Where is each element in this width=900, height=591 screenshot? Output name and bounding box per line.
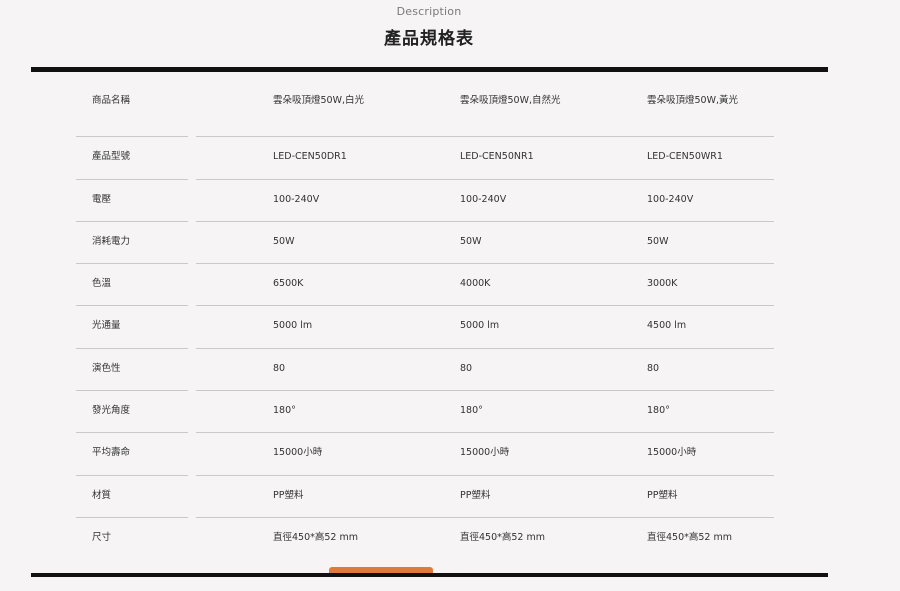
row-label: 演色性 [92, 363, 121, 374]
section-kicker: Description [396, 5, 462, 18]
cell-value: 50W [460, 236, 482, 247]
cell-value: 5000 lm [460, 320, 500, 331]
cell-value: 80 [460, 363, 473, 374]
table-row: 商品名稱 雲朵吸頂燈50W,白光 雲朵吸頂燈50W,自然光 雲朵吸頂燈50W,黃… [0, 80, 900, 122]
table-row: 平均壽命 15000小時 15000小時 15000小時 [0, 432, 900, 474]
cell-value: 雲朵吸頂燈50W,白光 [273, 95, 365, 106]
cell-value: LED-CEN50WR1 [647, 151, 723, 162]
cell-value: PP塑料 [273, 490, 304, 501]
top-rule [31, 67, 828, 72]
row-label: 產品型號 [92, 151, 131, 162]
cell-value: 4500 lm [647, 320, 687, 331]
cell-value: 15000小時 [647, 447, 697, 458]
table-row: 發光角度 180° 180° 180° [0, 390, 900, 432]
row-label: 色溫 [92, 278, 112, 289]
cell-value: 80 [647, 363, 660, 374]
table-row: 材質 PP塑料 PP塑料 PP塑料 [0, 475, 900, 517]
row-label: 發光角度 [92, 405, 131, 416]
cell-value: 3000K [647, 278, 678, 289]
cell-value: LED-CEN50DR1 [273, 151, 347, 162]
table-row: 演色性 80 80 80 [0, 348, 900, 390]
cell-value: 100-240V [460, 194, 507, 205]
row-label: 材質 [92, 490, 112, 501]
cell-value: 15000小時 [273, 447, 323, 458]
cell-value: 直徑450*高52 mm [647, 532, 732, 543]
cell-value: 雲朵吸頂燈50W,黃光 [647, 95, 739, 106]
cell-value: 80 [273, 363, 286, 374]
cell-value: 180° [460, 405, 483, 416]
cell-value: 180° [647, 405, 670, 416]
table-row: 電壓 100-240V 100-240V 100-240V [0, 179, 900, 221]
cell-value: LED-CEN50NR1 [460, 151, 534, 162]
cell-value: PP塑料 [647, 490, 678, 501]
row-label: 商品名稱 [92, 95, 131, 106]
cell-value: 直徑450*高52 mm [460, 532, 545, 543]
cell-value: 100-240V [647, 194, 694, 205]
page-title: 產品規格表 [384, 29, 474, 49]
table-row: 產品型號 LED-CEN50DR1 LED-CEN50NR1 LED-CEN50… [0, 136, 900, 178]
cell-value: 50W [273, 236, 295, 247]
row-label: 平均壽命 [92, 447, 131, 458]
table-row: 消耗電力 50W 50W 50W [0, 221, 900, 263]
spec-page: Description 產品規格表 商品名稱 雲朵吸頂燈50W,白光 雲朵吸頂燈… [0, 0, 900, 591]
bottom-rule [31, 573, 828, 577]
cell-value: 雲朵吸頂燈50W,自然光 [460, 95, 561, 106]
cell-value: 4000K [460, 278, 491, 289]
cell-value: 5000 lm [273, 320, 313, 331]
table-row: 光通量 5000 lm 5000 lm 4500 lm [0, 305, 900, 347]
cell-value: 6500K [273, 278, 304, 289]
row-label: 消耗電力 [92, 236, 131, 247]
cell-value: PP塑料 [460, 490, 491, 501]
row-label: 尺寸 [92, 532, 112, 543]
cell-value: 50W [647, 236, 669, 247]
cell-value: 100-240V [273, 194, 320, 205]
row-label: 光通量 [92, 320, 121, 331]
cell-value: 15000小時 [460, 447, 510, 458]
cell-value: 180° [273, 405, 296, 416]
cell-value: 直徑450*高52 mm [273, 532, 358, 543]
table-row: 色溫 6500K 4000K 3000K [0, 263, 900, 305]
table-row: 尺寸 直徑450*高52 mm 直徑450*高52 mm 直徑450*高52 m… [0, 517, 900, 559]
row-label: 電壓 [92, 194, 112, 205]
